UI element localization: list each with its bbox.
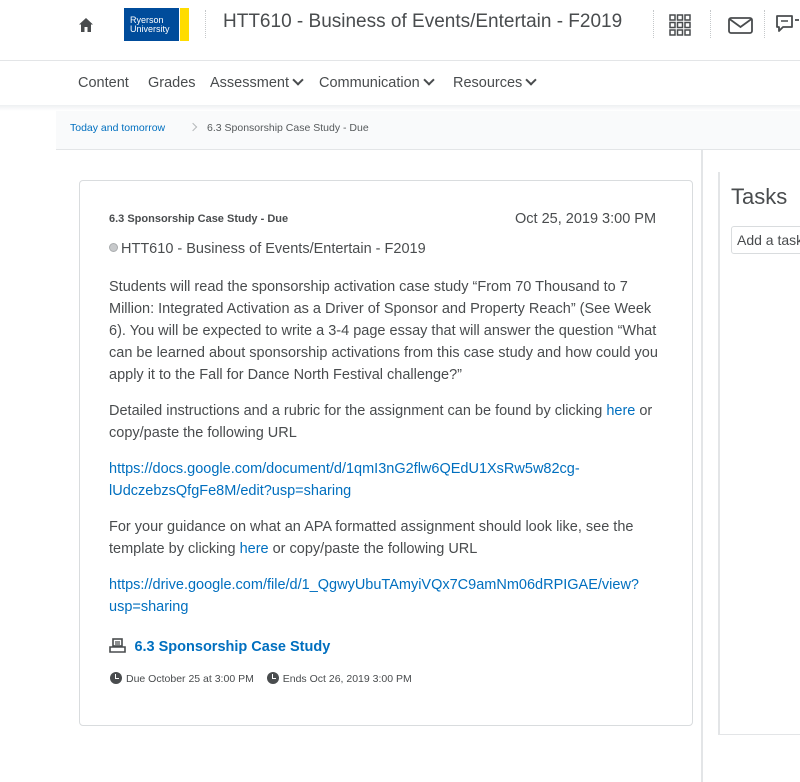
chevron-down-icon bbox=[292, 74, 304, 86]
instructions-url-line2[interactable]: lUdczebzsQfgFe8M/edit?usp=sharing bbox=[109, 483, 351, 499]
course-nav: Content Grades Assessment Communication … bbox=[0, 61, 800, 105]
event-description-paragraph: Students will read the sponsorship activ… bbox=[109, 279, 658, 383]
due-date-text: Due October 25 at 3:00 PM bbox=[126, 673, 254, 685]
logo-text-line2: University bbox=[130, 24, 170, 34]
apa-text-after: or copy/paste the following URL bbox=[268, 541, 478, 557]
course-title[interactable]: HTT610 - Business of Events/Entertain - … bbox=[223, 11, 622, 33]
top-navbar: Ryerson University HTT610 - Business of … bbox=[0, 0, 800, 50]
event-title: 6.3 Sponsorship Case Study - Due bbox=[109, 213, 289, 225]
chevron-down-icon bbox=[423, 74, 435, 86]
nav-content-label: Content bbox=[78, 75, 129, 91]
breadcrumb-current: 6.3 Sponsorship Case Study - Due bbox=[207, 122, 369, 134]
mail-icon[interactable] bbox=[728, 17, 753, 34]
event-course-label: HTT610 - Business of Events/Entertain - … bbox=[121, 241, 426, 257]
instructions-here-link[interactable]: here bbox=[606, 403, 635, 419]
clock-icon bbox=[110, 672, 122, 684]
nav-communication-label: Communication bbox=[319, 75, 420, 91]
header-separator bbox=[764, 10, 766, 38]
assignment-dropbox-icon bbox=[109, 638, 126, 653]
add-task-input[interactable] bbox=[731, 226, 800, 254]
assignment-link-label[interactable]: 6.3 Sponsorship Case Study bbox=[134, 639, 330, 655]
apa-url-line1[interactable]: https://drive.google.com/file/d/1_QgwyUb… bbox=[109, 577, 639, 593]
apa-url-line2[interactable]: usp=sharing bbox=[109, 599, 188, 615]
header-separator bbox=[653, 10, 655, 38]
nav-resources-label: Resources bbox=[453, 75, 523, 91]
instructions-text: Detailed instructions and a rubric for t… bbox=[109, 403, 607, 419]
apa-here-link[interactable]: here bbox=[240, 541, 269, 557]
nav-resources[interactable]: Resources bbox=[453, 74, 537, 91]
logo-blue-block: Ryerson University bbox=[124, 8, 179, 41]
instructions-url-link[interactable]: https://docs.google.com/document/d/1qmI3… bbox=[109, 458, 669, 502]
chat-icon[interactable] bbox=[775, 13, 800, 37]
due-dates: Due October 25 at 3:00 PM Ends Oct 26, 2… bbox=[110, 670, 412, 685]
nav-assessment-label: Assessment bbox=[210, 75, 289, 91]
nav-content[interactable]: Content bbox=[78, 75, 129, 91]
nav-assessment[interactable]: Assessment bbox=[210, 74, 304, 91]
header-separator bbox=[205, 10, 207, 38]
tasks-title: Tasks bbox=[731, 184, 788, 209]
tasks-panel: Tasks bbox=[718, 172, 800, 735]
event-card: 6.3 Sponsorship Case Study - Due Oct 25,… bbox=[79, 180, 693, 726]
nav-grades-label: Grades bbox=[148, 75, 196, 91]
event-course: HTT610 - Business of Events/Entertain - … bbox=[109, 241, 426, 257]
nav-communication[interactable]: Communication bbox=[319, 74, 435, 91]
logo-text: Ryerson University bbox=[130, 16, 170, 34]
chevron-right-icon bbox=[188, 122, 198, 132]
event-date: Oct 25, 2019 3:00 PM bbox=[515, 211, 657, 227]
instructions-paragraph: Detailed instructions and a rubric for t… bbox=[109, 400, 669, 444]
chevron-down-icon bbox=[525, 74, 537, 86]
apps-grid-icon[interactable] bbox=[669, 14, 691, 36]
header-separator bbox=[710, 10, 712, 38]
instructions-url-line1[interactable]: https://docs.google.com/document/d/1qmI3… bbox=[109, 461, 580, 477]
apa-url-link[interactable]: https://drive.google.com/file/d/1_QgwyUb… bbox=[109, 574, 669, 618]
clock-icon bbox=[266, 672, 279, 684]
end-date-text: Ends Oct 26, 2019 3:00 PM bbox=[282, 673, 412, 685]
logo-gold-bar bbox=[180, 8, 189, 41]
breadcrumb-link-today[interactable]: Today and tomorrow bbox=[70, 122, 165, 134]
panel-splitter[interactable] bbox=[701, 149, 703, 782]
assignment-link[interactable]: 6.3 Sponsorship Case Study bbox=[109, 638, 330, 659]
ryerson-logo[interactable]: Ryerson University bbox=[124, 8, 189, 41]
course-color-dot-icon bbox=[109, 243, 118, 252]
breadcrumb: Today and tomorrow 6.3 Sponsorship Case … bbox=[56, 111, 800, 150]
home-icon[interactable] bbox=[77, 16, 95, 34]
nav-grades[interactable]: Grades bbox=[148, 75, 196, 91]
apa-guidance-paragraph: For your guidance on what an APA formatt… bbox=[109, 516, 669, 560]
